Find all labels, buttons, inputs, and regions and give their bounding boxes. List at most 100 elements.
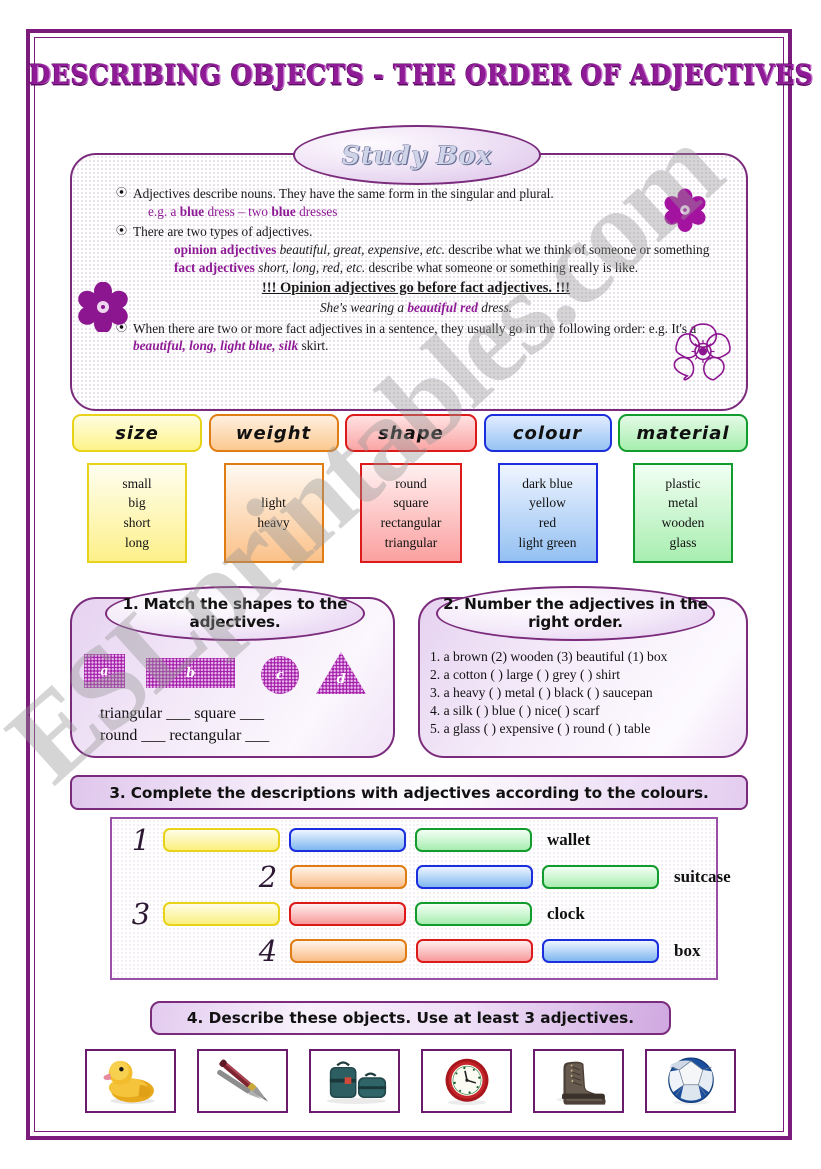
category-items-shape: round square rectangular triangular [360, 463, 462, 563]
category-item: round [395, 475, 427, 491]
exercise-2-item[interactable]: 3. a heavy ( ) metal ( ) black ( ) sauce… [430, 684, 745, 702]
exercise-3-row-label: box [674, 941, 701, 960]
category-item: dark blue [522, 475, 573, 491]
exercise-2-item[interactable]: 1. a brown (2) wooden (3) beautiful (1) … [430, 648, 745, 666]
exercise-2-item[interactable]: 5. a glass ( ) expensive ( ) round ( ) t… [430, 720, 745, 738]
category-column-shape: shape round square rectangular triangular [345, 414, 477, 566]
exercise-1-answer-line-1[interactable]: triangular ___ square ___ [100, 703, 380, 725]
category-item: glass [669, 534, 697, 550]
answer-bar-red[interactable] [289, 902, 406, 926]
study-bullet-3: ⦿ When there are two or more fact adject… [116, 320, 716, 355]
object-image-leather-boot [533, 1049, 624, 1113]
category-item: metal [668, 495, 698, 511]
exercise-3-row-number: 2 [258, 859, 278, 894]
shape-square-a[interactable]: a [84, 654, 125, 688]
exercise-3-row-label: suitcase [674, 867, 731, 886]
rule-example-bold: beautiful red [407, 300, 478, 316]
category-items-size: small big short long [87, 463, 187, 563]
exercise-4-heading: 4. Describe these objects. Use at least … [150, 1001, 671, 1035]
answer-bar-yellow[interactable] [163, 902, 280, 926]
fact-rest: describe what someone or something reall… [365, 260, 639, 276]
opinion-label: opinion adjectives [174, 241, 277, 257]
page-title: DESCRIBING OBJECTS - THE ORDER OF ADJECT… [28, 60, 814, 91]
object-image-fountain-pen [197, 1049, 288, 1113]
study-box-body: ⦿ Adjectives describe nouns. They have t… [116, 185, 716, 355]
category-column-material: material plastic metal wooden glass [618, 414, 748, 566]
category-items-material: plastic metal wooden glass [633, 463, 733, 563]
category-item: yellow [529, 495, 566, 511]
category-header-shape: shape [345, 414, 477, 452]
category-item: big [128, 495, 146, 511]
exercise-1-heading: 1. Match the shapes to the adjectives. [105, 586, 365, 641]
bullet-3-bold: beautiful, long, light blue, silk [133, 337, 299, 353]
exercise-3-row-wallet: 1 wallet [128, 822, 591, 857]
study-bullet-1-text: Adjectives describe nouns. They have the… [133, 186, 554, 201]
category-items-weight: light heavy [223, 463, 324, 563]
category-item: light [261, 495, 286, 511]
category-item: square [393, 495, 429, 511]
exercise-1-answers: triangular ___ square ___ round ___ rect… [100, 703, 380, 746]
study-box-heading: Study Box [341, 140, 493, 170]
answer-bar-red[interactable] [416, 939, 533, 963]
category-item: short [123, 515, 151, 530]
answer-bar-green[interactable] [415, 828, 532, 852]
exercise-1-answer-line-2[interactable]: round ___ rectangular ___ [100, 725, 380, 747]
shape-triangle-d[interactable]: d [316, 652, 366, 694]
bullet-icon: ⦿ [116, 187, 127, 199]
eg-blue-2: blue [271, 204, 296, 220]
opinion-examples: beautiful, great, expensive, etc. [279, 241, 445, 257]
answer-bar-blue[interactable] [289, 828, 406, 852]
adjective-category-row: size small big short long weight light heavy sha… [72, 414, 748, 566]
study-bullet-1: ⦿ Adjectives describe nouns. They have t… [116, 185, 716, 202]
exercise-3-row-clock: 3 clock [128, 896, 585, 931]
flower-icon-top-right [663, 188, 707, 237]
eg-mid: dress – two [204, 204, 272, 220]
answer-bar-yellow[interactable] [163, 828, 280, 852]
exercise-3-row-label: wallet [547, 830, 591, 849]
category-item: long [124, 534, 149, 550]
fact-examples: short, long, red, etc. [258, 260, 366, 276]
answer-bar-green[interactable] [542, 865, 659, 889]
category-item: wooden [661, 515, 705, 530]
category-header-size: size [72, 414, 202, 452]
eg-suffix: dresses [295, 204, 338, 220]
category-item: rectangular [380, 515, 442, 530]
shape-circle-c[interactable]: c [261, 656, 299, 694]
category-column-weight: weight light heavy [208, 414, 339, 566]
category-item: triangular [384, 534, 438, 550]
bullet-3-pre: When there are two or more fact adjectiv… [133, 320, 697, 336]
shape-label: d [336, 671, 346, 687]
eg-blue-1: blue [179, 204, 205, 220]
exercise-3-row-number: 1 [131, 822, 151, 857]
category-item: plastic [665, 475, 701, 491]
category-header-weight: weight [208, 414, 339, 452]
answer-bar-blue[interactable] [416, 865, 533, 889]
order-rule: !!! Opinion adjectives go before fact ad… [116, 279, 716, 298]
exercise-3-row-label: clock [547, 904, 585, 923]
category-column-size: size small big short long [72, 414, 202, 566]
shape-label: a [100, 663, 109, 679]
category-header-colour: colour [483, 414, 612, 452]
exercise-2-item[interactable]: 2. a cotton ( ) large ( ) grey ( ) shirt [430, 666, 745, 684]
answer-bar-orange[interactable] [290, 865, 407, 889]
exercise-3-row-box: 4 box [255, 936, 701, 965]
answer-bar-blue[interactable] [542, 939, 659, 963]
study-bullet-2: ⦿ There are two types of adjectives. [116, 223, 716, 240]
fact-adjectives-line: fact adjectives short, long, red, etc. d… [116, 259, 716, 276]
object-image-football [645, 1049, 736, 1113]
category-item: red [538, 515, 557, 530]
study-box-heading-ellipse: Study Box [293, 125, 541, 185]
answer-bar-orange[interactable] [290, 939, 407, 963]
flower-outline-icon [667, 314, 739, 391]
category-item: light green [518, 534, 577, 550]
rule-example-pre: She's wearing a [319, 300, 408, 316]
category-item: heavy [257, 515, 290, 530]
category-items-colour: dark blue yellow red light green [497, 463, 598, 563]
opinion-adjectives-line: opinion adjectives beautiful, great, exp… [116, 241, 716, 258]
exercise-2-item[interactable]: 4. a silk ( ) blue ( ) nice( ) scarf [430, 702, 745, 720]
answer-bar-green[interactable] [415, 902, 532, 926]
fact-label: fact adjectives [174, 260, 255, 276]
bullet-icon: ⦿ [116, 224, 127, 237]
exercise-3-row-number: 3 [131, 896, 151, 931]
shape-rectangle-b[interactable]: b [146, 658, 235, 688]
